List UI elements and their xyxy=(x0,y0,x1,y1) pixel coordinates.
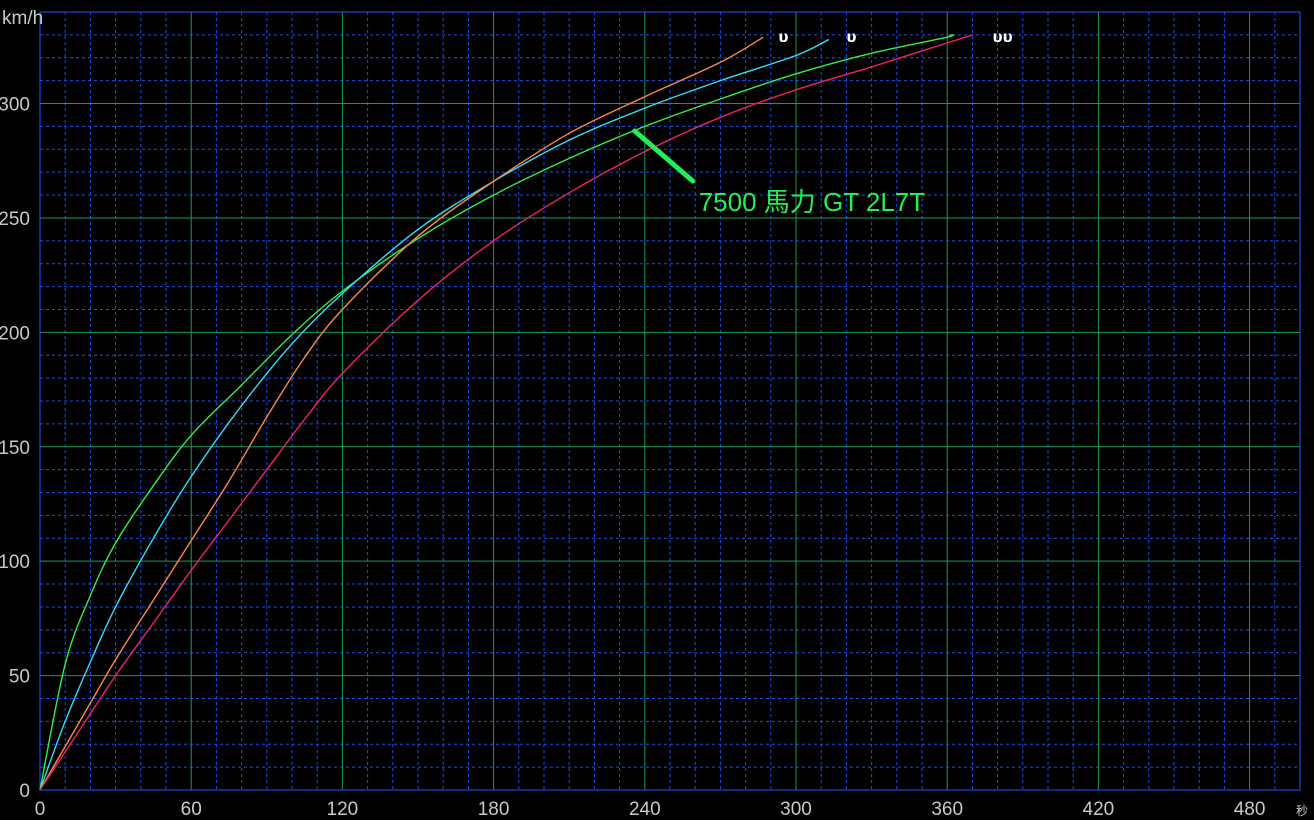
x-tick-label: 240 xyxy=(629,799,661,820)
x-tick-label: 300 xyxy=(780,799,812,820)
x-tick-label: 480 xyxy=(1234,799,1266,820)
y-tick-label: 0 xyxy=(19,781,30,802)
x-tick-label: 0 xyxy=(35,799,46,820)
y-tick-label: 300 xyxy=(0,95,30,116)
end-marker-3: υυ xyxy=(993,28,1013,46)
x-axis-label: 秒 xyxy=(1296,804,1308,818)
y-tick-label: 100 xyxy=(0,552,30,573)
speed-time-chart: 0 50 100 150 200 250 300 0 60 120 180 240 300 360 420… xyxy=(0,0,1314,820)
y-tick-label: 200 xyxy=(0,323,30,344)
x-tick-label: 180 xyxy=(478,799,510,820)
y-tick-label: 150 xyxy=(0,438,30,459)
x-tick-label: 60 xyxy=(181,799,202,820)
y-tick-label: 250 xyxy=(0,209,30,230)
annotation-label: 7500 馬力 GT 2L7T xyxy=(699,187,926,217)
x-tick-label: 360 xyxy=(931,799,963,820)
y-axis-label: km/h xyxy=(2,8,43,29)
x-tick-label: 120 xyxy=(327,799,359,820)
end-marker-1: υ xyxy=(778,28,788,46)
end-marker-2: υ xyxy=(846,28,856,46)
y-tick-label: 50 xyxy=(9,667,30,688)
x-tick-label: 420 xyxy=(1083,799,1115,820)
chart-background xyxy=(0,0,1314,820)
